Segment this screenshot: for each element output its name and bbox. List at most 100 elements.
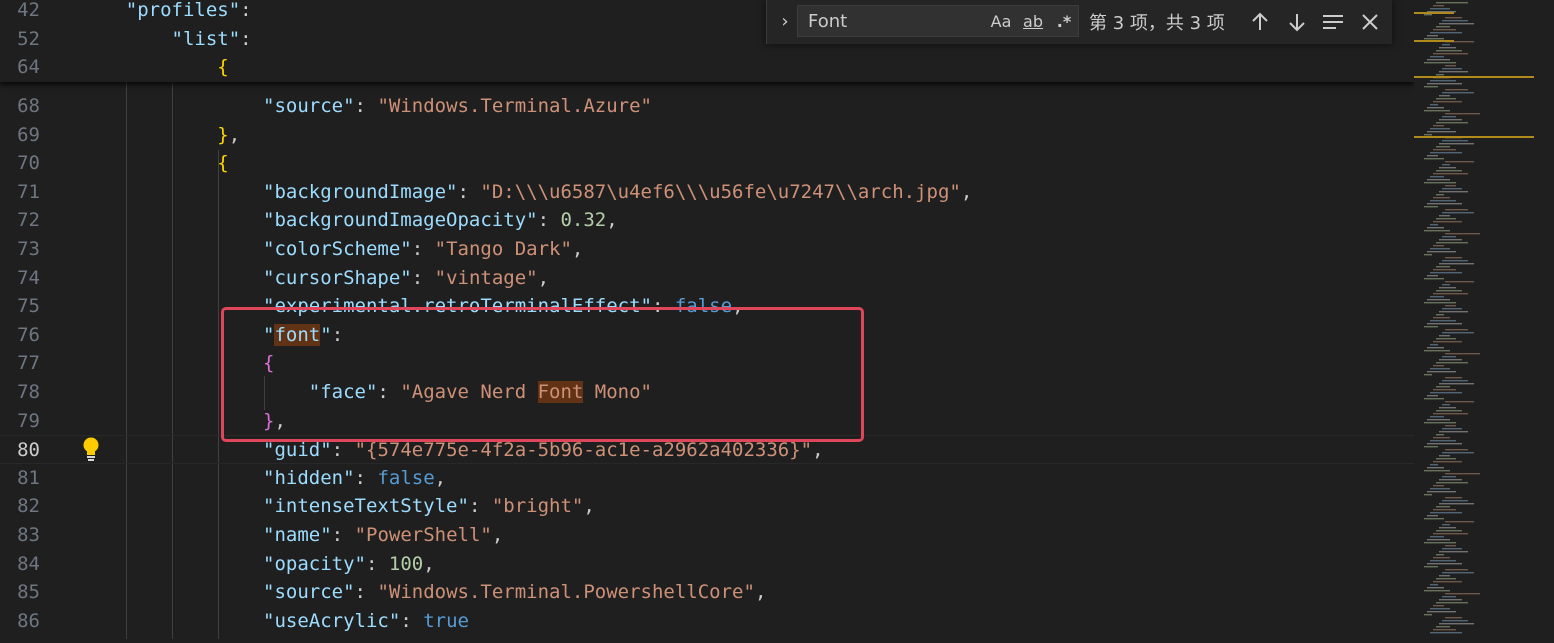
- code-token: "Windows.Terminal.PowershellCore": [377, 581, 755, 604]
- line-number[interactable]: 74: [0, 264, 40, 293]
- code-line[interactable]: 72 "backgroundImageOpacity": 0.32,: [0, 206, 1414, 235]
- code-line[interactable]: 71 "backgroundImage": "D:\\\u6587\u4ef6\…: [0, 178, 1414, 207]
- code-text[interactable]: "colorScheme": "Tango Dark",: [80, 235, 583, 264]
- lightbulb-icon[interactable]: [80, 436, 102, 462]
- code-token: ,: [434, 466, 447, 489]
- code-token: :: [457, 180, 481, 203]
- line-number[interactable]: 73: [0, 235, 40, 264]
- code-token: ,: [754, 581, 767, 604]
- code-line[interactable]: 74 "cursorShape": "vintage",: [0, 264, 1414, 293]
- code-line[interactable]: 64 {: [0, 53, 1414, 82]
- code-token: "profiles": [125, 0, 241, 21]
- code-token: {: [217, 56, 229, 79]
- line-number[interactable]: 68: [0, 92, 40, 121]
- line-number[interactable]: 52: [0, 25, 40, 54]
- code-text[interactable]: "name": "PowerShell",: [80, 521, 503, 550]
- arrow-down-icon[interactable]: [1283, 8, 1311, 36]
- line-number[interactable]: 82: [0, 492, 40, 521]
- code-line[interactable]: 68 "source": "Windows.Terminal.Azure": [0, 92, 1414, 121]
- code-token: :: [354, 466, 378, 489]
- code-token: :: [400, 609, 424, 632]
- find-in-selection-icon[interactable]: [1319, 8, 1347, 36]
- code-line[interactable]: 86 "useAcrylic": true: [0, 607, 1414, 636]
- code-line[interactable]: 83 "name": "PowerShell",: [0, 521, 1414, 550]
- code-token: :: [411, 266, 435, 289]
- annotation-highlight-box: [221, 307, 864, 442]
- code-token: "Tango Dark": [434, 238, 572, 260]
- chevron-right-icon[interactable]: ›: [773, 10, 797, 34]
- line-number[interactable]: 81: [0, 464, 40, 493]
- line-number[interactable]: 77: [0, 349, 40, 378]
- code-token: :: [537, 209, 561, 232]
- line-number[interactable]: 78: [0, 378, 40, 407]
- code-text[interactable]: "cursorShape": "vintage",: [80, 264, 549, 293]
- code-line[interactable]: 84 "opacity": 100,: [0, 550, 1414, 579]
- code-token: "vintage": [434, 266, 538, 289]
- match-case-toggle[interactable]: Aa: [988, 9, 1014, 35]
- code-line[interactable]: 69 },: [0, 121, 1414, 150]
- find-input[interactable]: Font Aa ab .*: [797, 5, 1079, 37]
- code-token: "guid": [263, 439, 332, 462]
- code-token: :: [331, 524, 355, 546]
- code-token: "bright": [491, 495, 584, 518]
- line-number[interactable]: 83: [0, 521, 40, 550]
- minimap[interactable]: [1414, 0, 1554, 639]
- line-number[interactable]: 69: [0, 121, 40, 150]
- code-editor[interactable]: 68 "source": "Windows.Terminal.Azure" 69 …: [0, 0, 1414, 639]
- code-text[interactable]: {: [80, 53, 229, 82]
- code-line[interactable]: 81 "hidden": false,: [0, 464, 1414, 493]
- code-text[interactable]: "source": "Windows.Terminal.Azure": [80, 92, 652, 121]
- line-number[interactable]: 71: [0, 178, 40, 207]
- line-number[interactable]: 70: [0, 149, 40, 178]
- code-line[interactable]: 85 "source": "Windows.Terminal.Powershel…: [0, 578, 1414, 607]
- code-token: :: [240, 27, 252, 50]
- code-text[interactable]: "opacity": 100,: [80, 550, 435, 579]
- line-number[interactable]: 72: [0, 206, 40, 235]
- line-number[interactable]: 42: [0, 0, 40, 25]
- code-text[interactable]: {: [80, 149, 228, 178]
- find-input-value[interactable]: Font: [808, 11, 847, 32]
- code-token: ,: [812, 439, 824, 462]
- code-text[interactable]: "hidden": false,: [80, 464, 446, 493]
- code-text[interactable]: "source": "Windows.Terminal.PowershellCo…: [80, 578, 766, 607]
- line-number[interactable]: 79: [0, 407, 40, 436]
- close-icon[interactable]: [1356, 8, 1384, 36]
- code-line[interactable]: 70 {: [0, 149, 1414, 178]
- code-text[interactable]: "intenseTextStyle": "bright",: [80, 492, 595, 521]
- line-number[interactable]: 64: [0, 53, 40, 82]
- code-token: "{574e775e-4f2a-5b96-ac1e-a2962a402336}": [354, 439, 813, 462]
- code-text[interactable]: "list":: [80, 25, 252, 54]
- line-number[interactable]: 84: [0, 550, 40, 579]
- line-number[interactable]: 85: [0, 578, 40, 607]
- code-token: :: [468, 495, 492, 518]
- code-token: ,: [571, 238, 584, 260]
- code-text[interactable]: "useAcrylic": true: [80, 607, 469, 636]
- line-number[interactable]: 80: [0, 436, 40, 465]
- regex-toggle[interactable]: .*: [1052, 9, 1076, 35]
- code-token: "source": [263, 581, 355, 604]
- code-token: "backgroundImageOpacity": [263, 209, 538, 232]
- code-token: 0.32: [560, 209, 607, 232]
- code-token: :: [365, 552, 389, 575]
- code-token: "intenseTextStyle": [263, 495, 469, 518]
- code-token: :: [354, 95, 378, 117]
- line-number[interactable]: 76: [0, 321, 40, 350]
- line-number[interactable]: 75: [0, 292, 40, 321]
- whole-word-toggle[interactable]: ab: [1018, 9, 1048, 35]
- code-text[interactable]: "profiles":: [80, 0, 252, 25]
- code-text[interactable]: "backgroundImage": "D:\\\u6587\u4ef6\\\u…: [80, 178, 972, 207]
- code-text[interactable]: "backgroundImageOpacity": 0.32,: [80, 206, 618, 235]
- line-number[interactable]: 86: [0, 607, 40, 636]
- code-line[interactable]: 73 "colorScheme": "Tango Dark",: [0, 235, 1414, 264]
- code-line[interactable]: 82 "intenseTextStyle": "bright",: [0, 492, 1414, 521]
- code-text[interactable]: },: [80, 121, 240, 150]
- arrow-up-icon[interactable]: [1246, 8, 1274, 36]
